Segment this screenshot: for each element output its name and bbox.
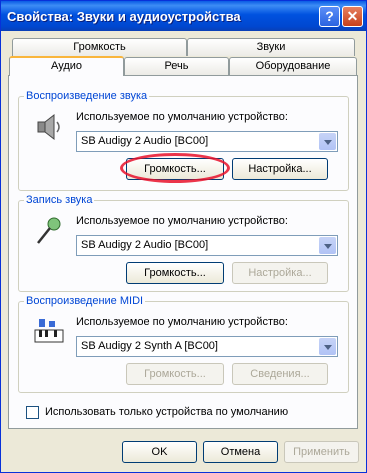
playback-device-label: Используемое по умолчанию устройство: bbox=[76, 111, 288, 123]
cancel-button[interactable]: Отмена bbox=[203, 441, 278, 463]
apply-button: Применить bbox=[284, 441, 359, 463]
window-title: Свойства: Звуки и аудиоустройства bbox=[7, 9, 241, 24]
only-default-devices-checkbox[interactable] bbox=[26, 406, 39, 419]
playback-settings-button[interactable]: Настройка... bbox=[232, 158, 328, 180]
tab-volume[interactable]: Громкость bbox=[12, 38, 187, 56]
midi-device-value: SB Audigy 2 Synth A [BC00] bbox=[81, 340, 218, 352]
record-device-label: Используемое по умолчанию устройство: bbox=[76, 215, 288, 227]
annotation-circle-volume-button bbox=[120, 153, 230, 183]
group-midi: Воспроизведение MIDI Используемое по умо… bbox=[18, 295, 349, 393]
speaker-icon bbox=[37, 113, 60, 141]
group-title-midi: Воспроизведение MIDI bbox=[24, 295, 146, 307]
record-device-select[interactable]: SB Audigy 2 Audio [BC00] bbox=[76, 235, 338, 256]
midi-device-label: Используемое по умолчанию устройство: bbox=[76, 316, 288, 328]
group-title-playback: Воспроизведение звука bbox=[24, 90, 150, 102]
chevron-down-icon[interactable] bbox=[319, 338, 336, 355]
midi-keyboard-icon bbox=[34, 319, 64, 343]
record-volume-button[interactable]: Громкость... bbox=[126, 262, 224, 284]
only-default-devices-label[interactable]: Использовать только устройства по умолча… bbox=[45, 406, 288, 418]
record-device-value: SB Audigy 2 Audio [BC00] bbox=[81, 239, 209, 251]
dialog-window: Свойства: Звуки и аудиоустройства ? ✕ Гр… bbox=[0, 0, 367, 473]
record-settings-button: Настройка... bbox=[232, 262, 328, 284]
tab-panel-audio: Воспроизведение звука Используемое по ум… bbox=[8, 75, 358, 429]
help-button[interactable]: ? bbox=[319, 6, 340, 27]
tab-audio[interactable]: Аудио bbox=[9, 56, 124, 76]
tab-sounds[interactable]: Звуки bbox=[187, 38, 355, 56]
midi-volume-button: Громкость... bbox=[126, 363, 224, 385]
tab-speech[interactable]: Речь bbox=[124, 57, 229, 75]
playback-device-select[interactable]: SB Audigy 2 Audio [BC00] bbox=[76, 131, 338, 152]
title-bar[interactable]: Свойства: Звуки и аудиоустройства ? ✕ bbox=[1, 1, 366, 31]
tab-hardware[interactable]: Оборудование bbox=[229, 57, 357, 75]
microphone-icon bbox=[37, 217, 61, 244]
chevron-down-icon[interactable] bbox=[319, 133, 336, 150]
group-record: Запись звука Используемое по умолчанию у… bbox=[18, 194, 349, 292]
chevron-down-icon[interactable] bbox=[319, 237, 336, 254]
group-playback: Воспроизведение звука Используемое по ум… bbox=[18, 90, 349, 191]
group-title-record: Запись звука bbox=[24, 194, 95, 206]
playback-device-value: SB Audigy 2 Audio [BC00] bbox=[81, 135, 209, 147]
close-button[interactable]: ✕ bbox=[342, 6, 363, 27]
midi-device-select[interactable]: SB Audigy 2 Synth A [BC00] bbox=[76, 336, 338, 357]
midi-info-button: Сведения... bbox=[232, 363, 328, 385]
ok-button[interactable]: OK bbox=[122, 441, 197, 463]
